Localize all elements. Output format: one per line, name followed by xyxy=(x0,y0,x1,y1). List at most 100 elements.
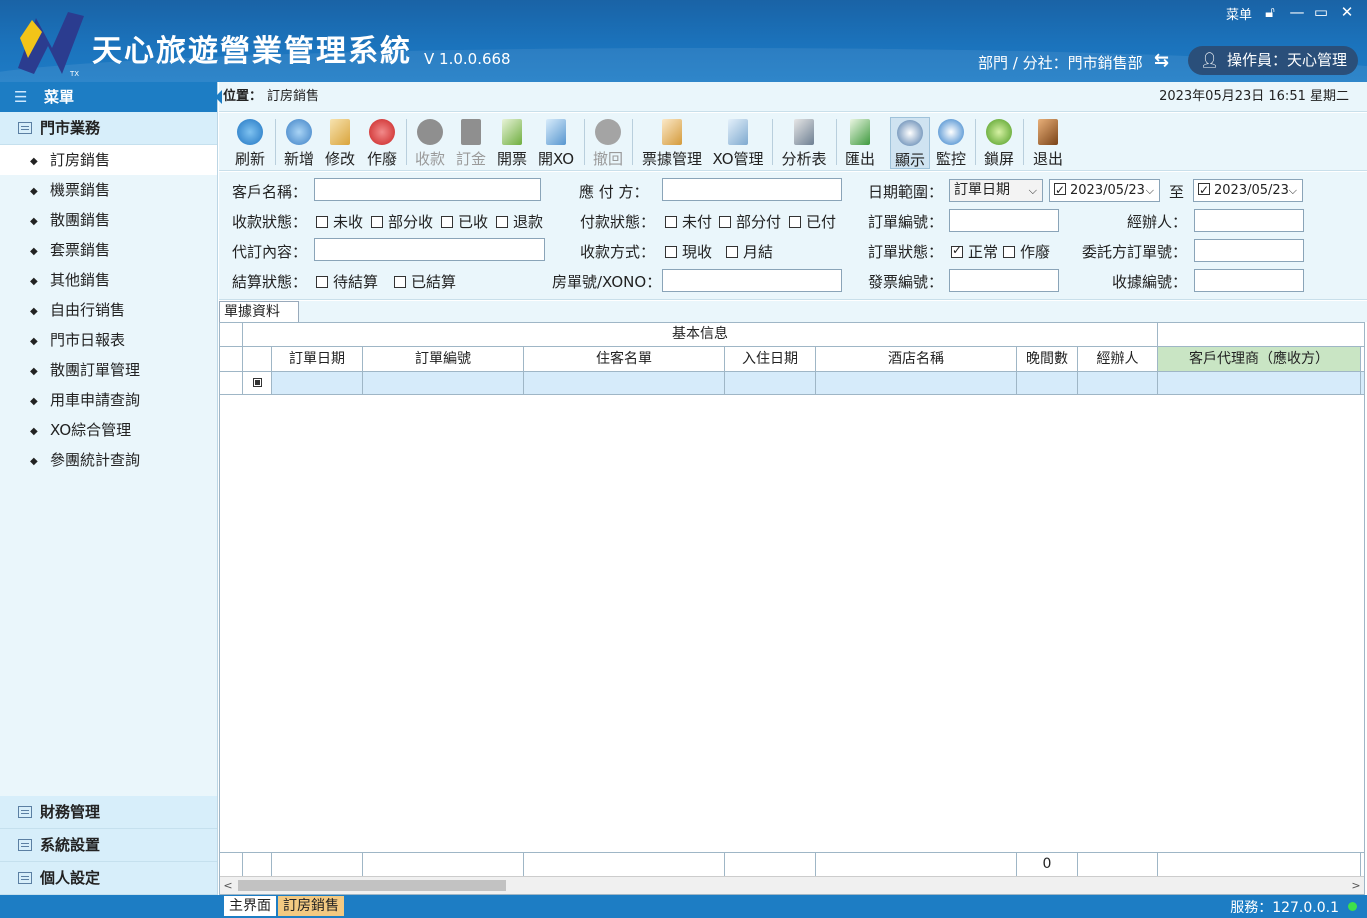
sidebar-item-tour-stats[interactable]: ◆ 參團統計查詢 xyxy=(0,445,217,475)
ticket-management-label: 票據管理 xyxy=(641,150,702,168)
row-header[interactable] xyxy=(220,372,243,394)
column-header-order-no[interactable]: 訂單編號 xyxy=(363,347,524,371)
operator-badge[interactable]: 👤︎ 操作員：天心管理 xyxy=(1188,46,1358,75)
display-button[interactable]: 顯示 xyxy=(890,117,930,169)
customer-name-input[interactable] xyxy=(314,178,541,201)
settle-status-pending-checkbox[interactable]: 待結算 xyxy=(316,271,378,292)
exit-button[interactable]: 退出 xyxy=(1031,117,1065,169)
horizontal-scrollbar[interactable]: < > xyxy=(220,876,1364,894)
cell-client-agent[interactable] xyxy=(1158,372,1361,394)
room-no-input[interactable] xyxy=(662,269,842,292)
settle-status-settled-checkbox[interactable]: 已結算 xyxy=(394,271,456,292)
sidebar-item-group-orders[interactable]: ◆ 散團訂單管理 xyxy=(0,355,217,385)
cell-handler[interactable] xyxy=(1078,372,1158,394)
bullet-icon: ◆ xyxy=(30,156,38,167)
tab-room-sales[interactable]: 訂房銷售 xyxy=(278,896,344,916)
row-checkbox-icon[interactable] xyxy=(252,378,262,387)
payable-input[interactable] xyxy=(662,178,842,201)
edit-button[interactable]: 修改 xyxy=(323,117,357,169)
column-header-hotel-name[interactable]: 酒店名稱 xyxy=(816,347,1017,371)
collect-button[interactable]: 收款 xyxy=(413,117,447,169)
analysis-button[interactable]: 分析表 xyxy=(779,117,829,169)
collect-status-refund-checkbox[interactable]: 退款 xyxy=(496,211,543,232)
agent-content-input[interactable] xyxy=(314,238,545,261)
receipt-no-input[interactable] xyxy=(1194,269,1304,292)
sidebar-item-label: 其他銷售 xyxy=(50,271,111,289)
column-header-guest-list[interactable]: 住客名單 xyxy=(524,347,725,371)
export-button[interactable]: 匯出 xyxy=(843,117,877,169)
sidebar-group-finance[interactable]: 財務管理 xyxy=(0,796,217,829)
chevron-down-icon: ⌵ xyxy=(1288,184,1297,197)
sidebar-item-free-travel[interactable]: ◆ 自由行销售 xyxy=(0,295,217,325)
add-button[interactable]: 新增 xyxy=(282,117,316,169)
sidebar-item-air-ticket[interactable]: ◆ 機票銷售 xyxy=(0,175,217,205)
date-to-picker[interactable]: 2023/05/23⌵ xyxy=(1193,179,1303,202)
column-header-nights[interactable]: 晚間數 xyxy=(1017,347,1078,371)
column-header-checkin-date[interactable]: 入住日期 xyxy=(725,347,816,371)
invoice-button[interactable]: 開票 xyxy=(495,117,529,169)
cell-hotel-name[interactable] xyxy=(816,372,1017,394)
select-column-header[interactable] xyxy=(243,347,272,371)
minimize-icon[interactable]: — xyxy=(1286,2,1308,22)
tab-documents[interactable]: 單據資料 xyxy=(219,301,299,322)
tab-home[interactable]: 主界面 xyxy=(224,896,276,916)
date-from-picker[interactable]: 2023/05/23⌵ xyxy=(1049,179,1160,202)
sidebar-item-vehicle-request[interactable]: ◆ 用車申請查詢 xyxy=(0,385,217,415)
xo-management-button[interactable]: XO管理 xyxy=(711,117,765,169)
switch-department-icon[interactable]: ⇆ xyxy=(1154,50,1169,71)
pay-method-cash-checkbox[interactable]: 現收 xyxy=(665,241,712,262)
date-type-select[interactable]: 訂單日期 ⌵ xyxy=(949,179,1043,202)
collapse-arrow-icon[interactable] xyxy=(215,90,222,104)
sidebar-group-store[interactable]: 門市業務 xyxy=(0,112,217,145)
open-xo-button[interactable]: 開XO xyxy=(536,117,576,169)
collect-status-received-checkbox[interactable]: 已收 xyxy=(441,211,488,232)
sidebar-item-xo-management[interactable]: ◆ XO綜合管理 xyxy=(0,415,217,445)
deposit-button[interactable]: 訂金 xyxy=(454,117,488,169)
sidebar-item-group-sales[interactable]: ◆ 散團銷售 xyxy=(0,205,217,235)
sidebar-item-room-sales[interactable]: ◆ 訂房銷售 xyxy=(0,145,217,175)
monitor-button[interactable]: 監控 xyxy=(934,117,968,169)
cell-order-date[interactable] xyxy=(272,372,363,394)
cell-checkin-date[interactable] xyxy=(725,372,816,394)
sidebar-group-system[interactable]: 系統設置 xyxy=(0,829,217,862)
order-status-normal-checkbox[interactable]: 正常 xyxy=(951,241,998,262)
row-select-cell[interactable] xyxy=(243,372,272,394)
order-no-input[interactable] xyxy=(949,209,1059,232)
order-status-void-checkbox[interactable]: 作廢 xyxy=(1003,241,1050,262)
cell-order-no[interactable] xyxy=(363,372,524,394)
ticket-management-button[interactable]: 票據管理 xyxy=(640,117,704,169)
sidebar-item-other-sales[interactable]: ◆ 其他銷售 xyxy=(0,265,217,295)
pay-status-paid-checkbox[interactable]: 已付 xyxy=(789,211,836,232)
table-row[interactable] xyxy=(220,372,1364,395)
sidebar-group-personal[interactable]: 個人設定 xyxy=(0,862,217,895)
cell-guest-list[interactable] xyxy=(524,372,725,394)
lock-button[interactable]: 鎖屏 xyxy=(982,117,1016,169)
collect-status-unpaid-checkbox[interactable]: 未收 xyxy=(316,211,363,232)
lock-screen-icon[interactable]: 🔓︎ xyxy=(1259,2,1281,22)
summary-nights-total: 0 xyxy=(1017,853,1078,876)
sidebar-item-label: 門市日報表 xyxy=(50,331,126,349)
pay-status-unpaid-checkbox[interactable]: 未付 xyxy=(665,211,712,232)
collect-status-partial-checkbox[interactable]: 部分收 xyxy=(371,211,433,232)
top-menu-button[interactable]: 菜单 xyxy=(1226,4,1252,23)
client-order-input[interactable] xyxy=(1194,239,1304,262)
close-icon[interactable]: ✕ xyxy=(1336,2,1358,22)
sidebar-item-daily-report[interactable]: ◆ 門市日報表 xyxy=(0,325,217,355)
scroll-left-icon[interactable]: < xyxy=(220,877,236,894)
pay-status-partial-checkbox[interactable]: 部分付 xyxy=(719,211,781,232)
maximize-icon[interactable]: ▭ xyxy=(1310,2,1332,22)
void-button[interactable]: 作廢 xyxy=(365,117,399,169)
scrollbar-thumb[interactable] xyxy=(238,880,506,891)
cell-nights[interactable] xyxy=(1017,372,1078,394)
scroll-right-icon[interactable]: > xyxy=(1348,877,1364,894)
column-header-client-agent[interactable]: 客戶代理商（應收方） xyxy=(1158,347,1361,371)
column-header-handler[interactable]: 經辦人 xyxy=(1078,347,1158,371)
withdraw-button[interactable]: 撤回 xyxy=(591,117,625,169)
column-header-order-date[interactable]: 訂單日期 xyxy=(272,347,363,371)
department-label: 部門 / 分社：門市銷售部 xyxy=(978,54,1143,72)
invoice-no-input[interactable] xyxy=(949,269,1059,292)
sidebar-item-package-sales[interactable]: ◆ 套票銷售 xyxy=(0,235,217,265)
refresh-button[interactable]: 刷新 xyxy=(233,117,267,169)
handler-input[interactable] xyxy=(1194,209,1304,232)
pay-method-monthly-checkbox[interactable]: 月結 xyxy=(726,241,773,262)
